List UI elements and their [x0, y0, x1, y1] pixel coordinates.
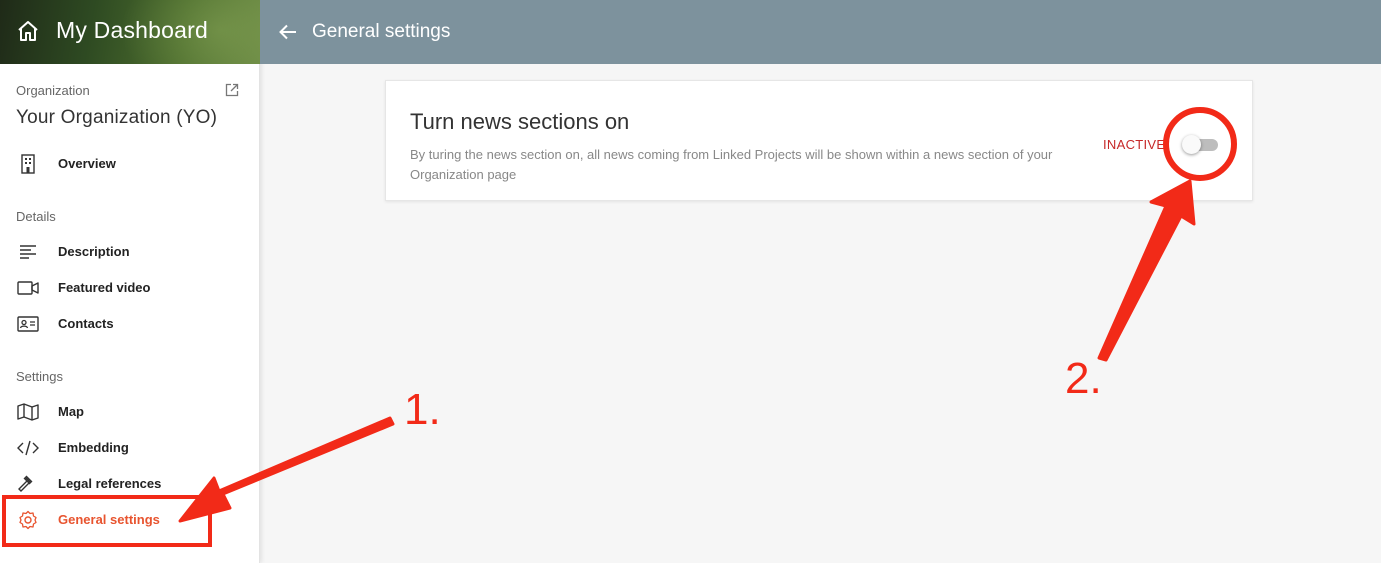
sidebar-item-contacts[interactable]: Contacts [0, 306, 259, 342]
brand-title: My Dashboard [56, 17, 208, 43]
arrow-2 [1097, 179, 1196, 362]
organization-label: Organization [16, 83, 90, 98]
toggle-knob [1182, 135, 1201, 154]
toggle-status-label: INACTIVE [1103, 137, 1166, 152]
section-label-settings: Settings [16, 369, 63, 384]
sidebar-item-label: Featured video [58, 280, 151, 295]
sidebar-item-legal-references[interactable]: Legal references [0, 466, 259, 502]
sidebar-item-label: Description [58, 244, 130, 259]
sidebar-item-label: Embedding [58, 440, 129, 455]
sidebar-item-featured-video[interactable]: Featured video [0, 270, 259, 306]
gavel-icon [18, 475, 33, 492]
sidebar-item-label: Map [58, 404, 84, 419]
text-lines-icon [20, 245, 36, 259]
map-icon [17, 403, 39, 421]
section-label-details: Details [16, 209, 56, 224]
code-icon [17, 440, 39, 456]
sidebar-item-label: Legal references [58, 476, 162, 491]
sidebar-item-label: Contacts [58, 316, 114, 331]
home-icon [18, 21, 38, 41]
annotation-step-1: 1. [404, 385, 441, 434]
sidebar-item-label: Overview [58, 156, 116, 171]
video-camera-icon [17, 281, 39, 295]
annotation-step-2: 2. [1065, 354, 1102, 403]
building-icon [21, 154, 35, 174]
brand-header[interactable]: My Dashboard [0, 0, 260, 64]
sidebar-item-label: General settings [58, 512, 160, 527]
sidebar-item-overview[interactable]: Overview [0, 146, 259, 182]
arrow-left-icon[interactable] [278, 22, 298, 42]
gear-icon [19, 510, 37, 530]
card-title: Turn news sections on [410, 109, 630, 134]
news-settings-card: Turn news sections on By turing the news… [385, 80, 1253, 201]
page-title: General settings [312, 21, 451, 42]
organization-name: Your Organization (YO) [16, 107, 218, 128]
sidebar-item-embedding[interactable]: Embedding [0, 430, 259, 466]
sidebar: My Dashboard Organization Your Organizat… [0, 0, 260, 563]
contact-card-icon [17, 316, 39, 332]
sidebar-item-description[interactable]: Description [0, 234, 259, 270]
sidebar-item-map[interactable]: Map [0, 394, 259, 430]
card-description: By turing the news section on, all news … [410, 147, 1053, 182]
sidebar-item-general-settings[interactable]: General settings [0, 502, 259, 538]
news-sections-toggle[interactable] [1182, 134, 1220, 154]
open-in-new-icon[interactable] [225, 83, 239, 97]
